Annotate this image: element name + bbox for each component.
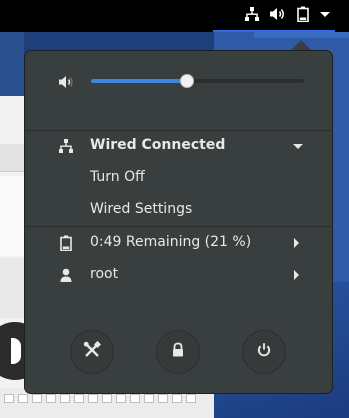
- network-wired-icon: [58, 138, 74, 154]
- status-area[interactable]: [244, 0, 331, 32]
- chevron-right-icon: [294, 238, 299, 248]
- chevron-down-icon: [293, 144, 303, 149]
- network-wired-icon: [244, 6, 260, 26]
- battery-status-label: 0:49 Remaining (21 %): [90, 234, 252, 250]
- settings-button[interactable]: [70, 330, 114, 374]
- background-thumbnails: [0, 258, 24, 318]
- wired-settings-label: Wired Settings: [90, 201, 193, 217]
- lock-icon: [171, 342, 185, 362]
- menu-item-turn-off[interactable]: Turn Off: [24, 162, 333, 194]
- user-name-label: root: [90, 266, 119, 282]
- lock-button[interactable]: [156, 330, 200, 374]
- power-icon: [256, 342, 272, 362]
- turn-off-label: Turn Off: [90, 169, 145, 185]
- settings-tools-icon: [83, 340, 102, 363]
- background-window-toolbar: [0, 144, 24, 172]
- volume-high-icon: [269, 6, 287, 26]
- status-area-active-indicator: [213, 30, 335, 32]
- volume-slider[interactable]: [91, 74, 304, 88]
- background-window-content: [0, 176, 24, 256]
- volume-slider-fill: [91, 79, 187, 83]
- chevron-right-icon: [294, 270, 299, 280]
- volume-row[interactable]: [24, 64, 333, 100]
- user-item[interactable]: root: [24, 259, 333, 291]
- background-window-titlebar: [0, 32, 24, 96]
- top-bar: [0, 0, 349, 32]
- battery-icon: [58, 235, 74, 252]
- battery-item[interactable]: 0:49 Remaining (21 %): [24, 227, 333, 259]
- network-status-label: Wired Connected: [90, 137, 226, 153]
- menu-arrow-down-icon: [319, 6, 331, 26]
- user-icon: [58, 267, 74, 283]
- menu-item-wired-settings[interactable]: Wired Settings: [24, 194, 333, 226]
- volume-slider-handle[interactable]: [179, 74, 194, 88]
- volume-low-icon: [58, 74, 74, 90]
- battery-icon: [296, 6, 310, 26]
- power-button[interactable]: [242, 330, 286, 374]
- network-wired-item[interactable]: Wired Connected: [24, 130, 333, 162]
- panel-pointer: [291, 40, 311, 50]
